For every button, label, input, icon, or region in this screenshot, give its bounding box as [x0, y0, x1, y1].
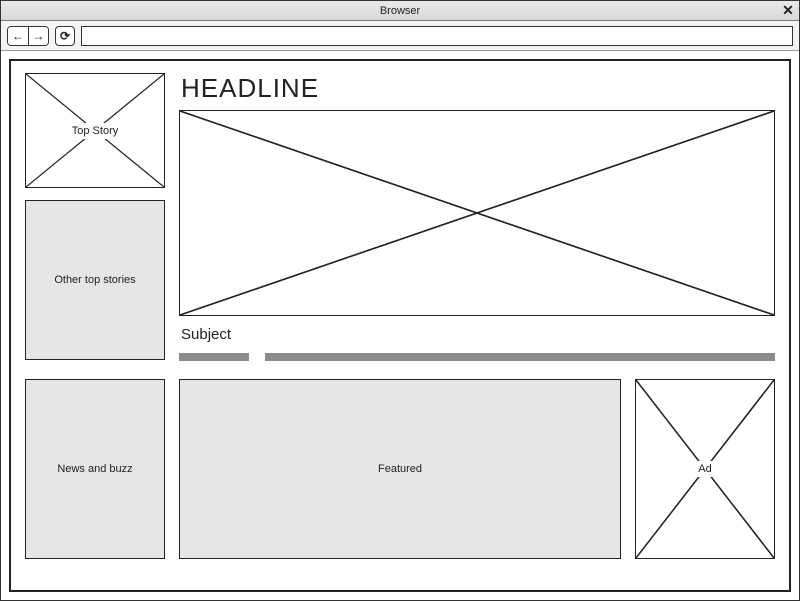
subject-heading: Subject	[181, 326, 775, 343]
back-button[interactable]: ←	[8, 27, 28, 45]
other-top-stories-label: Other top stories	[54, 274, 135, 286]
news-and-buzz-label: News and buzz	[57, 463, 132, 475]
ad-label: Ad	[690, 461, 719, 477]
ad-image[interactable]: Ad	[635, 379, 775, 559]
top-story-label: Top Story	[64, 123, 126, 139]
bottom-row: News and buzz Featured Ad	[25, 379, 775, 559]
reload-icon: ⟳	[60, 29, 70, 43]
headline: HEADLINE	[181, 73, 775, 104]
hero-image[interactable]	[179, 110, 775, 316]
main-column: HEADLINE Subject	[179, 73, 775, 363]
image-placeholder-icon	[180, 111, 774, 315]
forward-icon: →	[33, 29, 45, 43]
url-input[interactable]	[81, 26, 793, 46]
toolbar: ← → ⟳	[1, 21, 799, 51]
close-button[interactable]: ✕	[779, 2, 797, 18]
body-text-placeholder	[179, 353, 775, 363]
top-story-image[interactable]: Top Story	[25, 73, 165, 188]
nav-group: ← →	[7, 26, 49, 46]
titlebar: Browser ✕	[1, 1, 799, 21]
other-top-stories-panel[interactable]: Other top stories	[25, 200, 165, 360]
news-and-buzz-panel[interactable]: News and buzz	[25, 379, 165, 559]
close-icon: ✕	[782, 3, 794, 17]
top-row: Top Story Other top stories HEADLINE	[25, 73, 775, 363]
back-icon: ←	[12, 29, 24, 43]
window-title: Browser	[380, 5, 420, 17]
left-column: Top Story Other top stories	[25, 73, 165, 363]
text-bar	[179, 353, 249, 361]
featured-label: Featured	[378, 463, 422, 475]
browser-window: Browser ✕ ← → ⟳	[0, 0, 800, 601]
featured-panel[interactable]: Featured	[179, 379, 621, 559]
forward-button[interactable]: →	[28, 27, 48, 45]
reload-button[interactable]: ⟳	[55, 26, 75, 46]
page-content: Top Story Other top stories HEADLINE	[9, 59, 791, 592]
text-bar	[265, 353, 775, 361]
